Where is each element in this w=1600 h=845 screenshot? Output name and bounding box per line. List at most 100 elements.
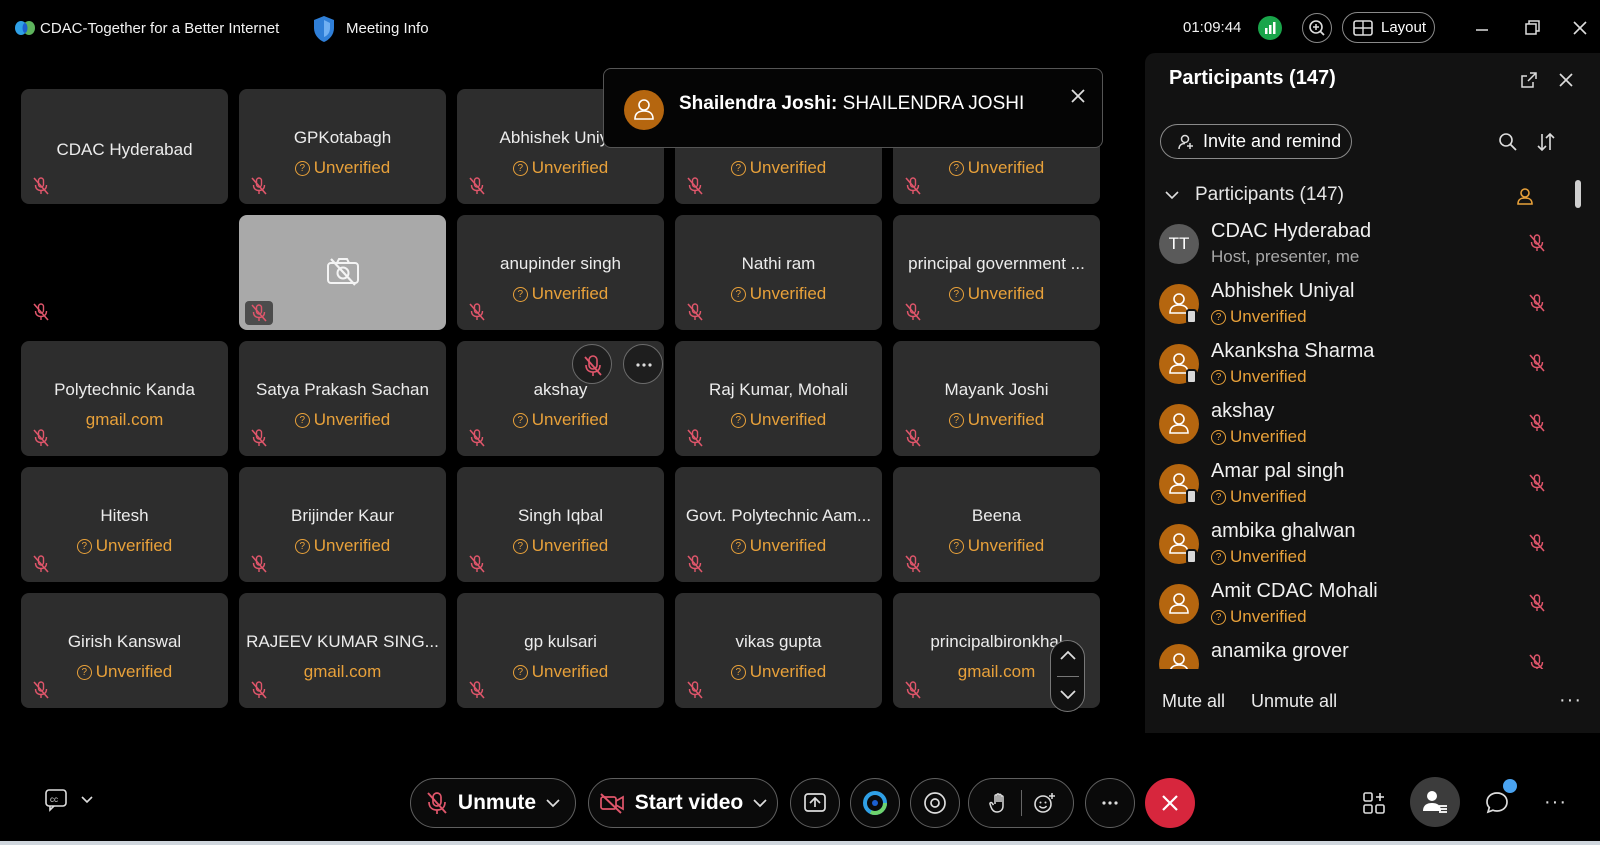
mic-muted-icon[interactable] [1527, 413, 1547, 435]
reactions-icon[interactable] [1032, 791, 1056, 815]
meeting-info-link[interactable]: Meeting Info [346, 20, 429, 37]
sort-icon[interactable] [1535, 131, 1557, 153]
unverified-icon: ? [948, 287, 964, 302]
ai-assistant-button[interactable] [850, 778, 900, 828]
panel-more-icon[interactable]: ··· [1559, 689, 1582, 712]
mic-muted-icon[interactable] [1527, 473, 1547, 495]
start-video-button[interactable]: Start video [588, 778, 778, 828]
participant-row[interactable]: ambika ghalwan? Unverified [1145, 516, 1575, 576]
chevron-down-icon[interactable] [546, 798, 560, 808]
layout-button[interactable]: Layout [1342, 12, 1435, 43]
mic-muted-icon[interactable] [1527, 233, 1547, 255]
participant-row[interactable]: TT CDAC Hyderabad Host, presenter, me [1145, 216, 1575, 276]
participant-row[interactable]: akshay? Unverified [1145, 396, 1575, 456]
unverified-icon: ? [730, 287, 746, 302]
participant-tile[interactable]: Girish Kanswal? Unverified [21, 593, 228, 708]
chevron-down-icon[interactable] [1059, 687, 1077, 701]
participants-button[interactable] [1410, 777, 1460, 827]
chevron-down-icon[interactable] [753, 798, 767, 808]
participant-row[interactable]: Abhishek Uniyal? Unverified [1145, 276, 1575, 336]
unverified-icon: ? [76, 539, 92, 554]
participant-tile[interactable]: Polytechnic Kanda gmail.com [21, 341, 228, 456]
participant-tile[interactable] [239, 215, 446, 330]
mic-muted-icon [903, 176, 923, 196]
webex-logo-icon [15, 21, 35, 35]
mic-muted-icon[interactable] [1527, 653, 1547, 669]
participant-tile[interactable]: Mayank Joshi? Unverified [893, 341, 1100, 456]
tile-name: RAJEEV KUMAR SING... [246, 632, 439, 651]
shield-icon[interactable] [312, 15, 336, 43]
cc-icon[interactable]: cc [44, 788, 98, 812]
participant-row[interactable]: Amar pal singh? Unverified [1145, 456, 1575, 516]
participants-panel: Participants (147) Invite and remind Par… [1145, 53, 1600, 733]
more-options-button[interactable] [1085, 778, 1135, 828]
mic-muted-icon[interactable] [1527, 533, 1547, 555]
participant-tile[interactable]: Satya Prakash Sachan? Unverified [239, 341, 446, 456]
tile-status: ? Unverified [675, 158, 882, 178]
unmute-button[interactable]: Unmute [410, 778, 576, 828]
invite-and-remind-button[interactable]: Invite and remind [1160, 124, 1352, 159]
tile-status-text: Unverified [967, 536, 1045, 555]
tile-mute-button[interactable] [572, 344, 612, 384]
chat-notification-toast[interactable]: Shailendra Joshi: SHAILENDRA JOSHI [603, 68, 1103, 148]
share-icon [804, 793, 826, 812]
search-icon[interactable] [1497, 131, 1519, 153]
chevron-up-icon[interactable] [1059, 649, 1077, 663]
record-button[interactable] [910, 778, 960, 828]
tile-more-button[interactable] [623, 344, 663, 384]
tile-status: ? Unverified [457, 158, 664, 178]
close-window-icon[interactable] [1566, 14, 1594, 42]
participant-row[interactable]: anamika grover ?Unverified [1145, 636, 1575, 669]
participant-tile[interactable]: gp kulsari? Unverified [457, 593, 664, 708]
participant-tile[interactable]: GPKotabagh? Unverified [239, 89, 446, 204]
participant-tile[interactable]: Brijinder Kaur? Unverified [239, 467, 446, 582]
panel-scrollbar[interactable] [1575, 180, 1581, 208]
layout-icon [1353, 19, 1373, 36]
participant-tile[interactable]: Govt. Polytechnic Aam...? Unverified [675, 467, 882, 582]
participant-tile[interactable]: Raj Kumar, Mohali? Unverified [675, 341, 882, 456]
close-icon[interactable] [1069, 87, 1087, 105]
mic-muted-icon [249, 680, 269, 700]
participant-tile[interactable]: anupinder singh? Unverified [457, 215, 664, 330]
avatar [1159, 464, 1199, 504]
minimize-icon[interactable] [1468, 14, 1496, 42]
meeting-timer: 01:09:44 [1183, 19, 1242, 36]
invite-label: Invite and remind [1203, 131, 1342, 151]
mute-all-button[interactable]: Mute all [1162, 691, 1225, 712]
grid-scroll-control[interactable] [1050, 640, 1085, 712]
participant-tile[interactable]: Singh Iqbal? Unverified [457, 467, 664, 582]
mic-muted-icon[interactable] [1527, 353, 1547, 375]
more-icon [1102, 801, 1118, 805]
participant-tile[interactable]: Beena? Unverified [893, 467, 1100, 582]
restore-icon[interactable] [1518, 14, 1546, 42]
participant-tile[interactable]: RAJEEV KUMAR SING... gmail.com [239, 593, 446, 708]
participant-tile[interactable]: Hitesh? Unverified [21, 467, 228, 582]
raise-hand-icon[interactable] [987, 791, 1011, 815]
signal-icon[interactable] [1258, 16, 1282, 40]
participant-tile[interactable] [21, 215, 228, 330]
more-icon[interactable]: ··· [1544, 791, 1567, 814]
tile-status-text: Unverified [95, 662, 173, 681]
participants-section-header[interactable]: Participants (147) [1165, 184, 1344, 206]
zoom-icon[interactable] [1302, 13, 1332, 43]
share-button[interactable] [790, 778, 840, 828]
participant-tile[interactable]: CDAC Hyderabad [21, 89, 228, 204]
close-icon[interactable] [1556, 70, 1576, 90]
participant-row[interactable]: Akanksha Sharma? Unverified [1145, 336, 1575, 396]
chat-icon[interactable] [1483, 789, 1511, 817]
apps-icon[interactable] [1361, 790, 1387, 816]
mobile-device-icon [1186, 549, 1197, 564]
unmute-all-button[interactable]: Unmute all [1251, 691, 1337, 712]
leave-meeting-button[interactable] [1145, 778, 1195, 828]
participant-row[interactable]: Amit CDAC Mohali? Unverified [1145, 576, 1575, 636]
mic-muted-icon[interactable] [1527, 293, 1547, 315]
participant-tile[interactable]: principal government ...? Unverified [893, 215, 1100, 330]
participant-name: anamika grover [1211, 640, 1349, 662]
mic-muted-icon[interactable] [1527, 593, 1547, 615]
popout-icon[interactable] [1519, 70, 1539, 90]
tile-status: ? Unverified [457, 662, 664, 682]
mic-muted-icon [427, 792, 447, 814]
participant-tile[interactable]: vikas gupta? Unverified [675, 593, 882, 708]
title-bar: CDAC-Together for a Better Internet Meet… [0, 0, 1600, 58]
participant-tile[interactable]: Nathi ram? Unverified [675, 215, 882, 330]
